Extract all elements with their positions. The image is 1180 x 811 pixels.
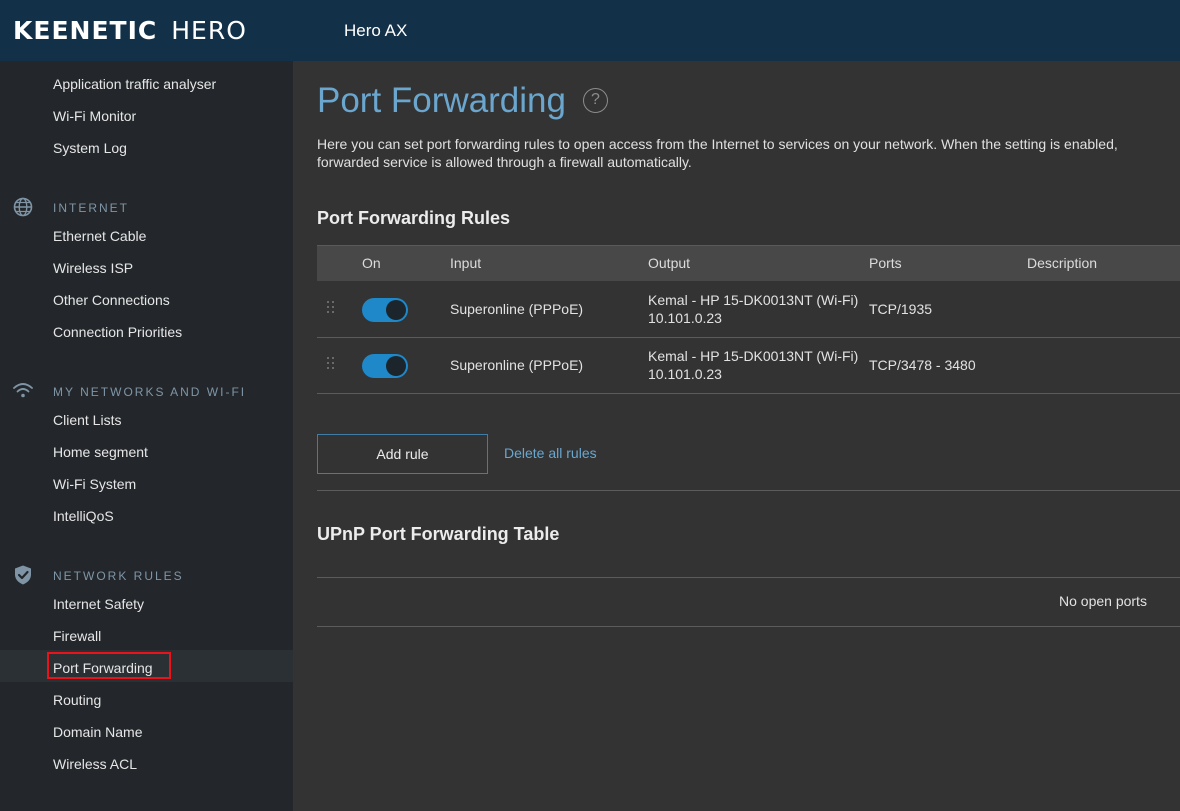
section-title-my-networks: MY NETWORKS AND WI-FI (53, 385, 247, 399)
sidebar-item-system-log[interactable]: System Log (53, 139, 127, 157)
sidebar-item-routing[interactable]: Routing (53, 691, 101, 709)
section-title-internet: INTERNET (53, 201, 129, 215)
sidebar-item-wifi-monitor[interactable]: Wi-Fi Monitor (53, 107, 136, 125)
main-content: Port Forwarding ? Here you can set port … (293, 61, 1180, 811)
page-description: Here you can set port forwarding rules t… (317, 136, 1118, 170)
sidebar-item-wireless-isp[interactable]: Wireless ISP (53, 259, 133, 277)
logo-brand: KEENETIC (13, 15, 158, 45)
sidebar-item-application-traffic-analyser[interactable]: Application traffic analyser (53, 75, 216, 93)
column-header-on: On (362, 255, 381, 271)
sidebar-item-intelliqos[interactable]: IntelliQoS (53, 507, 114, 525)
delete-all-rules-link[interactable]: Delete all rules (504, 445, 597, 461)
sidebar-item-client-lists[interactable]: Client Lists (53, 411, 121, 429)
column-header-input: Input (450, 255, 482, 271)
sidebar-item-ethernet-cable[interactable]: Ethernet Cable (53, 227, 146, 245)
sidebar-item-home-segment[interactable]: Home segment (53, 443, 148, 461)
rule-output-ip: 10.101.0.23 (648, 310, 722, 326)
drag-handle-icon[interactable] (327, 357, 335, 371)
rule-ports: TCP/1935 (869, 301, 933, 317)
sidebar-item-wifi-system[interactable]: Wi-Fi System (53, 475, 136, 493)
toggle-knob (386, 356, 406, 376)
sidebar-item-other-connections[interactable]: Other Connections (53, 291, 170, 309)
section-internet: INTERNET (0, 197, 293, 217)
sidebar-item-firewall[interactable]: Firewall (53, 627, 101, 645)
logo-model: HERO (171, 15, 247, 45)
help-icon[interactable]: ? (583, 88, 608, 113)
sidebar: Application traffic analyser Wi-Fi Monit… (0, 61, 293, 811)
upnp-empty-message: No open ports (1059, 593, 1147, 609)
wifi-icon (13, 383, 33, 398)
upnp-table-top-border (317, 577, 1180, 578)
add-rule-button[interactable]: Add rule (317, 434, 488, 474)
section-divider (317, 490, 1180, 491)
upnp-heading: UPnP Port Forwarding Table (317, 524, 560, 544)
section-network-rules: NETWORK RULES (0, 565, 293, 585)
rule-output-device: Kemal - HP 15-DK0013NT (Wi-Fi) (648, 348, 859, 364)
sidebar-item-internet-safety[interactable]: Internet Safety (53, 595, 144, 613)
globe-icon (13, 197, 33, 217)
rules-heading: Port Forwarding Rules (317, 208, 511, 228)
drag-handle-icon[interactable] (327, 301, 335, 315)
rule-row[interactable]: Superonline (PPPoE) Kemal - HP 15-DK0013… (317, 338, 1180, 394)
rule-enabled-toggle[interactable] (362, 354, 408, 378)
rule-output-device: Kemal - HP 15-DK0013NT (Wi-Fi) (648, 292, 859, 308)
toggle-knob (386, 300, 406, 320)
rule-enabled-toggle[interactable] (362, 298, 408, 322)
upnp-table-bottom-border (317, 626, 1180, 627)
device-name: Hero AX (344, 21, 408, 40)
column-header-description: Description (1027, 255, 1098, 271)
sidebar-item-connection-priorities[interactable]: Connection Priorities (53, 323, 182, 341)
shield-check-icon (15, 565, 31, 585)
keenetic-logo[interactable]: KEENETIC HERO (13, 15, 247, 45)
section-title-network-rules: NETWORK RULES (53, 569, 184, 583)
section-my-networks: MY NETWORKS AND WI-FI (0, 381, 293, 401)
column-header-ports: Ports (869, 255, 902, 271)
active-item-highlight-box (47, 652, 171, 679)
rule-output-ip: 10.101.0.23 (648, 366, 722, 382)
rule-row[interactable]: Superonline (PPPoE) Kemal - HP 15-DK0013… (317, 282, 1180, 338)
sidebar-item-domain-name[interactable]: Domain Name (53, 723, 142, 741)
rule-input: Superonline (PPPoE) (450, 301, 584, 317)
rule-input: Superonline (PPPoE) (450, 357, 584, 373)
rule-ports: TCP/3478 - 3480 (869, 357, 976, 373)
rules-table-header: On Input Output Ports Description (317, 245, 1180, 281)
sidebar-item-wireless-acl[interactable]: Wireless ACL (53, 755, 137, 773)
top-bar: KEENETIC HERO Hero AX (0, 0, 1180, 61)
page-title: Port Forwarding (317, 81, 566, 120)
column-header-output: Output (648, 255, 691, 271)
